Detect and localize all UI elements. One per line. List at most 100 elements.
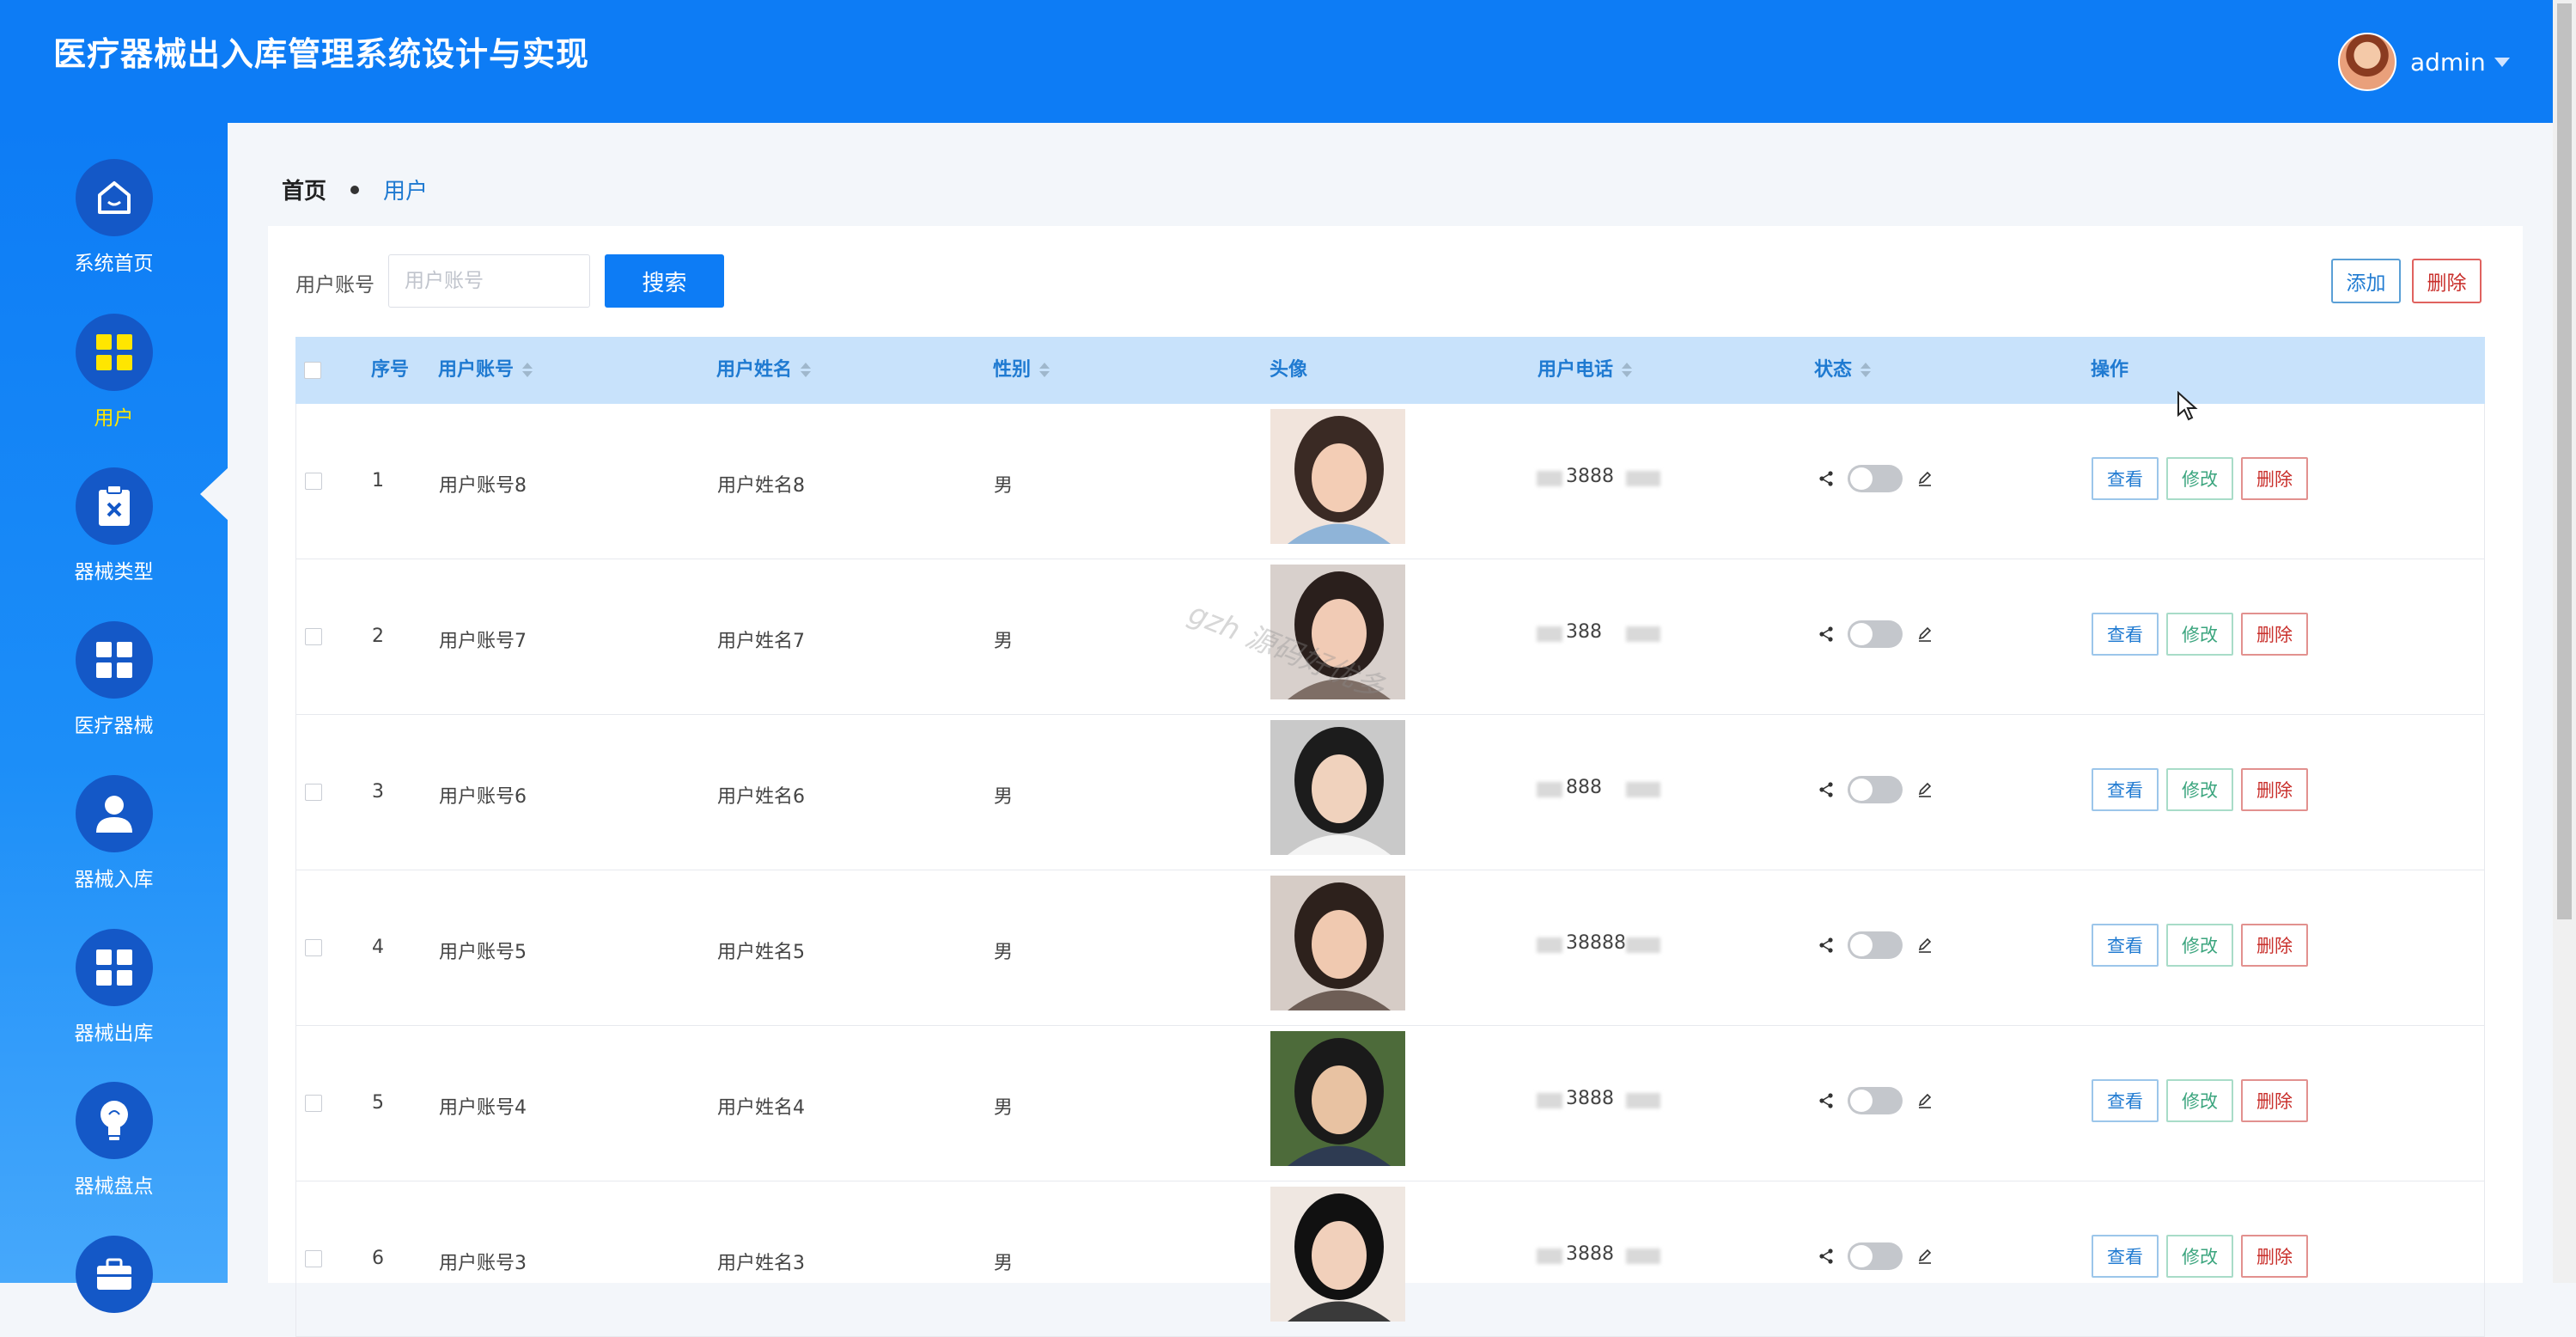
delete-button[interactable]: 删除: [2241, 1235, 2308, 1278]
app-title: 医疗器械出入库管理系统设计与实现: [53, 35, 590, 73]
row-checkbox[interactable]: [305, 939, 322, 956]
sidebar-item-users[interactable]: 用户: [0, 314, 228, 430]
batch-delete-button[interactable]: 删除: [2412, 259, 2482, 303]
delete-button[interactable]: 删除: [2241, 924, 2308, 967]
edit-button[interactable]: 修改: [2166, 457, 2233, 500]
search-input[interactable]: [388, 254, 590, 308]
add-button[interactable]: 添加: [2331, 259, 2401, 303]
status-toggle[interactable]: [1848, 620, 1903, 648]
search-label: 用户账号: [295, 274, 375, 296]
cell-index: 4: [372, 937, 384, 958]
page-scrollbar[interactable]: [2553, 0, 2576, 1283]
home-icon[interactable]: [75, 159, 153, 236]
search-button[interactable]: 搜索: [605, 254, 724, 308]
clipboard-x-icon[interactable]: [75, 467, 153, 545]
column-header-label: 用户账号: [438, 359, 515, 381]
table-row: 3 用户账号6 用户姓名6 男 888 查看 修改 删除: [295, 715, 2485, 870]
edit-pen-icon[interactable]: [1916, 1092, 1934, 1109]
view-button[interactable]: 查看: [2092, 613, 2159, 656]
sidebar-item-medical-device[interactable]: 医疗器械: [0, 621, 228, 738]
sidebar-item-stock-in[interactable]: 器械入库: [0, 775, 228, 892]
view-button[interactable]: 查看: [2092, 924, 2159, 967]
blur-mask: [1626, 471, 1660, 486]
avatar-photo: [1270, 876, 1405, 1010]
grid-icon[interactable]: [75, 929, 153, 1006]
row-checkbox[interactable]: [305, 1250, 322, 1267]
edit-pen-icon[interactable]: [1916, 1248, 1934, 1265]
status-toggle[interactable]: [1848, 776, 1903, 803]
caret-down-icon[interactable]: [2494, 57, 2510, 67]
share-icon[interactable]: [1818, 626, 1834, 642]
grid-icon[interactable]: [75, 314, 153, 391]
edit-button[interactable]: 修改: [2166, 1235, 2233, 1278]
view-button[interactable]: 查看: [2092, 1235, 2159, 1278]
sort-icon[interactable]: [1039, 362, 1050, 379]
avatar[interactable]: [2338, 33, 2396, 91]
share-icon[interactable]: [1818, 1248, 1834, 1264]
scrollbar-thumb[interactable]: [2557, 3, 2572, 919]
column-header-name[interactable]: 用户姓名: [716, 337, 812, 404]
row-checkbox[interactable]: [305, 1095, 322, 1112]
username[interactable]: admin: [2410, 48, 2486, 76]
share-icon[interactable]: [1818, 471, 1834, 486]
row-checkbox[interactable]: [305, 784, 322, 801]
status-cell: [1818, 1086, 1934, 1115]
user-icon[interactable]: [75, 775, 153, 852]
sort-icon[interactable]: [1860, 362, 1872, 379]
sidebar-item-device-type[interactable]: 器械类型: [0, 467, 228, 584]
sort-icon[interactable]: [801, 362, 812, 379]
edit-pen-icon[interactable]: [1916, 470, 1934, 487]
edit-button[interactable]: 修改: [2166, 924, 2233, 967]
row-checkbox[interactable]: [305, 628, 322, 645]
cell-index: 3: [372, 781, 384, 803]
share-icon[interactable]: [1818, 782, 1834, 797]
delete-button[interactable]: 删除: [2241, 1079, 2308, 1122]
column-header-phone[interactable]: 用户电话: [1538, 337, 1633, 404]
view-button[interactable]: 查看: [2092, 768, 2159, 811]
status-cell: [1818, 931, 1934, 960]
edit-pen-icon[interactable]: [1916, 937, 1934, 954]
edit-button[interactable]: 修改: [2166, 1079, 2233, 1122]
sort-icon[interactable]: [1622, 362, 1633, 379]
delete-button[interactable]: 删除: [2241, 457, 2308, 500]
sort-icon[interactable]: [522, 362, 533, 379]
edit-button[interactable]: 修改: [2166, 613, 2233, 656]
edit-pen-icon[interactable]: [1916, 626, 1934, 643]
column-header-account[interactable]: 用户账号: [438, 337, 533, 404]
blur-mask: [1626, 626, 1660, 642]
sidebar-item-stock-out[interactable]: 器械出库: [0, 929, 228, 1046]
delete-button[interactable]: 删除: [2241, 613, 2308, 656]
cell-account: 用户账号5: [439, 942, 527, 963]
column-header-label: 序号: [371, 359, 410, 381]
edit-button[interactable]: 修改: [2166, 768, 2233, 811]
breadcrumb-home[interactable]: 首页: [282, 174, 326, 205]
user-table: 序号 用户账号 用户姓名 性别 头像 用户电话 状态 操作 1 用户账号8 用户姓名…: [295, 337, 2485, 1337]
user-menu[interactable]: admin: [2338, 33, 2510, 91]
column-header-index: 序号: [371, 337, 409, 404]
sidebar-item-more[interactable]: [0, 1236, 228, 1313]
edit-pen-icon[interactable]: [1916, 781, 1934, 798]
toggle-knob: [1850, 934, 1873, 956]
grid-icon[interactable]: [75, 621, 153, 699]
column-header-label: 用户电话: [1538, 359, 1614, 381]
status-toggle[interactable]: [1848, 1242, 1903, 1270]
view-button[interactable]: 查看: [2092, 457, 2159, 500]
status-toggle[interactable]: [1848, 1087, 1903, 1114]
row-checkbox[interactable]: [305, 473, 322, 490]
view-button[interactable]: 查看: [2092, 1079, 2159, 1122]
avatar-photo: [1270, 1187, 1405, 1322]
share-icon[interactable]: [1818, 1093, 1834, 1108]
cell-gender: 男: [994, 942, 1014, 963]
sidebar-item-home[interactable]: 系统首页: [0, 159, 228, 276]
column-header-label: 状态: [1814, 359, 1853, 381]
briefcase-icon[interactable]: [75, 1236, 153, 1313]
status-toggle[interactable]: [1848, 931, 1903, 959]
share-icon[interactable]: [1818, 937, 1834, 953]
column-header-gender[interactable]: 性别: [993, 337, 1050, 404]
sidebar-item-inventory[interactable]: 器械盘点: [0, 1082, 228, 1199]
bulb-icon[interactable]: [75, 1082, 153, 1159]
select-all-checkbox[interactable]: [304, 362, 321, 379]
delete-button[interactable]: 删除: [2241, 768, 2308, 811]
column-header-status[interactable]: 状态: [1814, 337, 1872, 404]
status-toggle[interactable]: [1848, 465, 1903, 492]
